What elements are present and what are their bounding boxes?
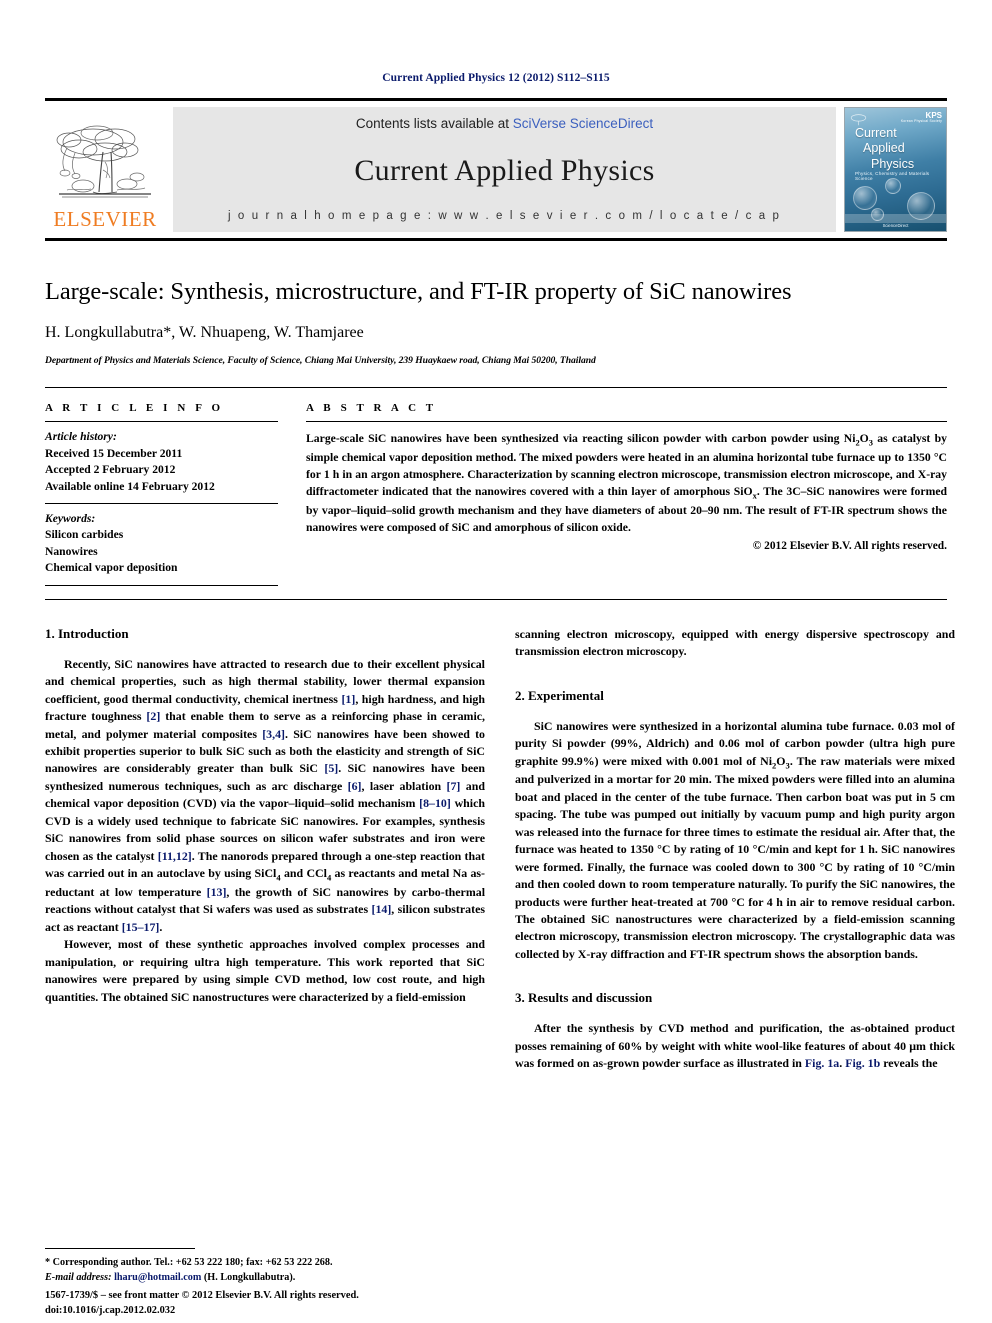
keyword-item: Chemical vapor deposition [45, 561, 178, 575]
article-history-group: Article history: Received 15 December 20… [45, 422, 278, 503]
divider [45, 584, 278, 586]
text-seg: . [159, 919, 163, 934]
elsevier-wordmark: ELSEVIER [53, 207, 157, 231]
citation-link[interactable]: [3,4] [262, 727, 285, 741]
affiliation: Department of Physics and Materials Scie… [45, 355, 596, 367]
cover-kps-badge: KPS Korean Physical Society [900, 111, 942, 123]
section-heading-experimental: 2. Experimental [515, 687, 604, 703]
keywords-group: Keywords: Silicon carbides Nanowires Che… [45, 504, 278, 585]
email-note: E-mail address: lharu@hotmail.com (H. Lo… [45, 1271, 485, 1285]
section-heading-introduction: 1. Introduction [45, 625, 129, 641]
page-title: Large-scale: Synthesis, microstructure, … [45, 278, 792, 305]
cover-bottom-band [845, 214, 946, 223]
cover-elsevier-icon [850, 114, 867, 126]
intro-paragraph-2: However, most of these synthetic approac… [45, 937, 485, 1004]
intro-paragraph-1: Recently, SiC nanowires have attracted t… [45, 656, 485, 936]
figure-link-1b[interactable]: Fig. 1b [845, 1056, 880, 1070]
journal-homepage-link[interactable]: j o u r n a l h o m e p a g e : w w w . … [228, 210, 781, 222]
article-info-column: A R T I C L E I N F O Article history: R… [45, 402, 278, 586]
elsevier-logo: ELSEVIER [45, 107, 165, 232]
text-seg: and CCl [280, 866, 327, 881]
citation-link[interactable]: [11,12] [158, 849, 192, 863]
imprint-block: 1567-1739/$ – see front matter © 2012 El… [45, 1289, 359, 1319]
history-item: Accepted 2 February 2012 [45, 463, 176, 477]
cover-artwork: KPS Korean Physical Society Current Appl… [845, 108, 946, 231]
citation-link[interactable]: [14] [371, 902, 391, 916]
abstract-column: A B S T R A C T Large-scale SiC nanowire… [306, 402, 947, 586]
cover-bubble [853, 186, 877, 210]
abstract-seg: O [859, 432, 869, 446]
abstract-text: Large-scale SiC nanowires have been synt… [306, 422, 947, 536]
history-item: Received 15 December 2011 [45, 446, 183, 460]
keyword-item: Nanowires [45, 544, 98, 558]
results-paragraph-1: After the synthesis by CVD method and pu… [515, 1020, 955, 1072]
history-item: Available online 14 February 2012 [45, 479, 215, 493]
journal-masthead: ELSEVIER Contents lists available at Sci… [45, 98, 947, 241]
cover-title-line2: Applied [863, 141, 905, 156]
citation-link[interactable]: [5] [324, 761, 338, 775]
article-history-label: Article history: [45, 430, 117, 444]
cover-subtitle: Physics, Chemistry and Materials Science [855, 171, 930, 181]
keywords-label: Keywords: [45, 512, 96, 525]
article-info-heading: A R T I C L E I N F O [45, 402, 224, 415]
paper-page: Current Applied Physics 12 (2012) S112–S… [0, 0, 992, 1323]
journal-title: Current Applied Physics [354, 153, 655, 187]
running-head: Current Applied Physics 12 (2012) S112–S… [382, 72, 610, 84]
corresponding-author-note: * Corresponding author. Tel.: +62 53 222… [45, 1257, 333, 1269]
footnote-block: * Corresponding author. Tel.: +62 53 222… [45, 1248, 485, 1285]
citation-link[interactable]: [7] [447, 779, 461, 793]
cover-title: Current Applied Physics [855, 126, 914, 172]
left-column: 1. Introduction Recently, SiC nanowires … [45, 626, 485, 1073]
email-label: E-mail address: [45, 1271, 112, 1283]
experimental-paragraph-1: SiC nanowires were synthesized in a hori… [515, 718, 955, 964]
doi-line: doi:10.1016/j.cap.2012.02.032 [45, 1305, 176, 1317]
journal-band: Contents lists available at SciVerse Sci… [173, 107, 836, 232]
citation-link[interactable]: [15–17] [122, 920, 160, 934]
cover-title-line1: Current [855, 126, 897, 140]
cover-footer-text: ScienceDirect [882, 223, 909, 228]
elsevier-tree-icon [56, 125, 151, 198]
author-list: H. Longkullabutra*, W. Nhuapeng, W. Tham… [45, 323, 947, 344]
info-abstract-region: A R T I C L E I N F O Article history: R… [45, 387, 947, 586]
intro-paragraph-2-continued: scanning electron microscopy, equipped w… [515, 626, 955, 659]
text-seg: reveals the [880, 1056, 938, 1071]
abstract-seg: Large-scale SiC nanowires have been synt… [306, 432, 856, 446]
text-seg: , laser ablation [361, 778, 447, 793]
body-columns: 1. Introduction Recently, SiC nanowires … [45, 626, 955, 1073]
figure-link-1a[interactable]: Fig. 1a [805, 1056, 839, 1070]
abstract-heading: A B S T R A C T [306, 402, 437, 415]
citation-link[interactable]: [13] [207, 885, 227, 899]
section-heading-results: 3. Results and discussion [515, 990, 653, 1006]
contents-prefix: Contents lists available at [355, 116, 513, 131]
cover-title-line3: Physics [871, 156, 915, 171]
text-seg: . The raw materials were mixed and pulve… [515, 753, 955, 961]
keyword-item: Silicon carbides [45, 528, 124, 542]
sciencedirect-link[interactable]: SciVerse ScienceDirect [513, 116, 653, 131]
divider [45, 598, 947, 600]
title-block: Large-scale: Synthesis, microstructure, … [45, 277, 947, 366]
citation-link[interactable]: [8–10] [419, 796, 451, 810]
contents-available-line: Contents lists available at SciVerse Sci… [356, 116, 653, 131]
right-column: scanning electron microscopy, equipped w… [515, 626, 955, 1073]
issn-copyright-line: 1567-1739/$ – see front matter © 2012 El… [45, 1290, 359, 1302]
email-link[interactable]: lharu@hotmail.com [114, 1272, 201, 1283]
text-seg: O [776, 753, 786, 768]
citation-link[interactable]: [6] [348, 779, 362, 793]
citation-link[interactable]: [1] [341, 692, 355, 706]
journal-cover-thumbnail[interactable]: KPS Korean Physical Society Current Appl… [844, 107, 947, 232]
email-owner: (H. Longkullabutra). [203, 1271, 296, 1283]
footnote-divider [45, 1248, 195, 1250]
cover-bubble [885, 178, 901, 194]
authors-text: H. Longkullabutra*, W. Nhuapeng, W. Tham… [45, 324, 364, 342]
abstract-copyright: © 2012 Elsevier B.V. All rights reserved… [752, 539, 947, 552]
citation-link[interactable]: [2] [146, 709, 160, 723]
